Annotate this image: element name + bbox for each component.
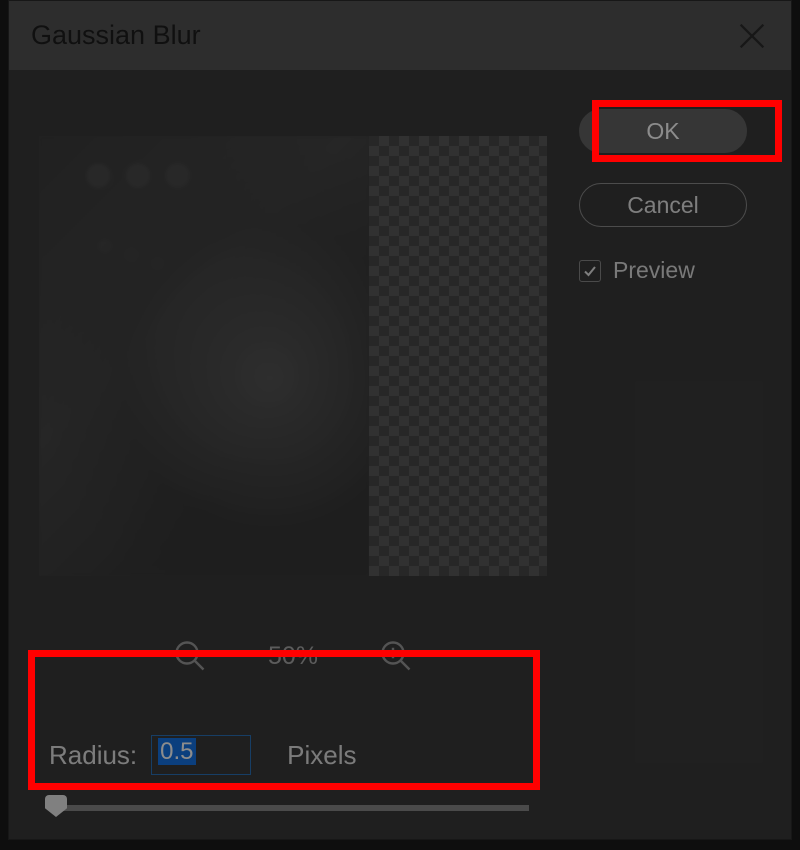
cancel-button[interactable]: Cancel (579, 183, 747, 227)
right-column: OK Cancel Preview (579, 109, 765, 284)
dialog-body: 50% Radius: 0.5 Pixels OK (9, 71, 791, 839)
close-button[interactable] (735, 19, 769, 53)
zoom-out-button[interactable] (172, 638, 208, 674)
ok-button[interactable]: OK (579, 109, 747, 153)
radius-group: Radius: 0.5 Pixels (49, 735, 535, 811)
preview-toggle-label: Preview (613, 257, 695, 284)
radius-row: Radius: 0.5 Pixels (49, 735, 535, 775)
zoom-in-button[interactable] (378, 638, 414, 674)
preview-checkbox[interactable] (579, 260, 601, 282)
preview-toggle-row: Preview (579, 257, 765, 284)
radius-slider-thumb[interactable] (45, 795, 67, 817)
preview-image (39, 136, 369, 576)
dialog-title: Gaussian Blur (31, 20, 201, 51)
check-icon (582, 263, 598, 279)
preview-canvas[interactable] (39, 136, 547, 576)
titlebar: Gaussian Blur (9, 1, 791, 71)
radius-slider[interactable] (49, 805, 529, 811)
preview-transparency-area (369, 136, 547, 576)
gaussian-blur-dialog: Gaussian Blur 50% (8, 0, 792, 840)
zoom-level: 50% (268, 642, 318, 671)
radius-value: 0.5 (158, 738, 195, 765)
cancel-button-label: Cancel (627, 192, 699, 219)
ok-button-label: OK (646, 118, 679, 145)
zoom-controls: 50% (39, 626, 547, 686)
zoom-out-icon (172, 638, 208, 674)
radius-units: Pixels (287, 740, 356, 771)
radius-label: Radius: (49, 740, 137, 771)
radius-input[interactable]: 0.5 (151, 735, 251, 775)
zoom-in-icon (378, 638, 414, 674)
close-icon (735, 19, 769, 53)
